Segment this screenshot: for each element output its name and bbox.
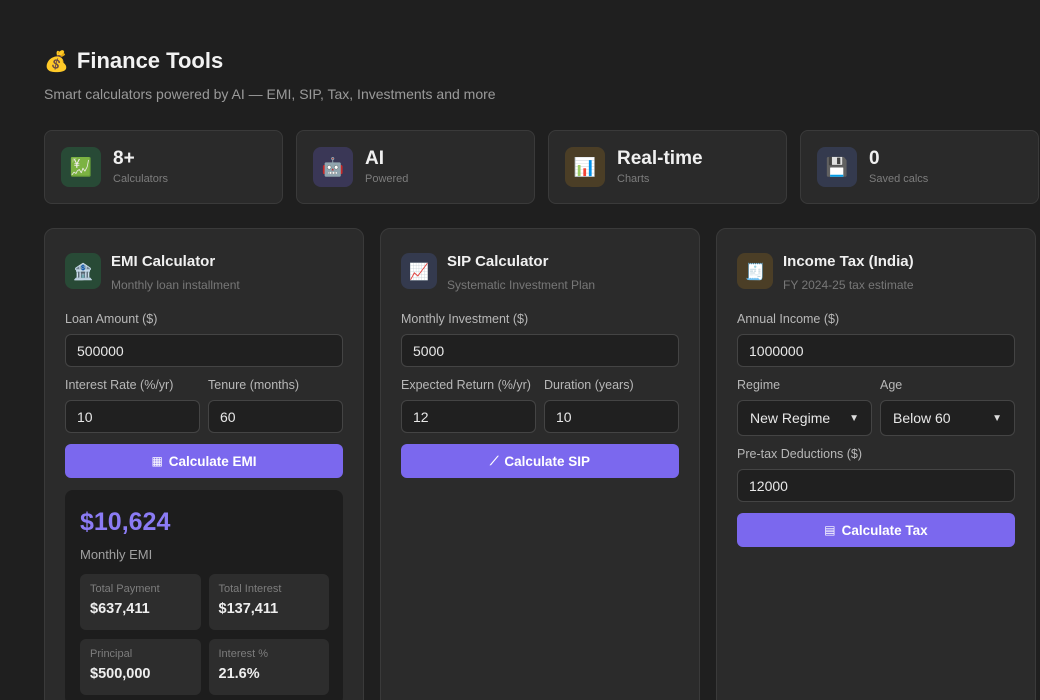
card-title: Income Tax (India) [783,253,914,270]
tile-value: $137,411 [218,601,279,617]
page-subtitle: Smart calculators powered by AI — EMI, S… [44,86,496,102]
card-subtitle: Systematic Investment Plan [447,278,596,292]
calculate-tax-button[interactable]: ▤ Calculate Tax [737,513,1015,547]
calculator-icon: ▦ [151,454,163,468]
stat-calculators: 💹 8+ Calculators [44,130,283,204]
chart-increasing-icon: 📈 [401,253,437,289]
sip-card: 📈 SIP Calculator Systematic Investment P… [380,228,700,700]
result-tiles: Total Payment $637,411 Total Interest $1… [80,574,329,695]
tenure-input[interactable] [208,400,343,433]
page-header: 💰 Finance Tools Smart calculators powere… [44,48,496,102]
calculate-sip-button[interactable]: ⟋ Calculate SIP [401,444,679,478]
stat-label: Saved calcs [869,173,929,186]
card-header: 🧾 Income Tax (India) FY 2024-25 tax esti… [737,251,1015,292]
tile-value: 21.6% [218,666,260,682]
chevron-down-icon: ▼ [992,412,1002,424]
tax-card: 🧾 Income Tax (India) FY 2024-25 tax esti… [716,228,1036,700]
stat-saved: 💾 0 Saved calcs [800,130,1039,204]
monthly-emi-caption: Monthly EMI [80,547,153,562]
monthly-emi-value: $10,624 [80,508,171,536]
emi-result-panel: $10,624 Monthly EMI Total Payment $637,4… [65,490,343,700]
regime-label: Regime [737,378,781,392]
result-tile-total-payment: Total Payment $637,411 [80,574,201,630]
line-chart-icon: ⟋ [490,453,499,468]
deductions-input[interactable] [737,469,1015,502]
result-tile-principal: Principal $500,000 [80,639,201,695]
interest-rate-label: Interest Rate (%/yr) [65,378,174,392]
chart-up-icon: 💹 [61,147,101,187]
tenure-label: Tenure (months) [208,378,300,392]
loan-amount-label: Loan Amount ($) [65,312,158,326]
expected-return-label: Expected Return (%/yr) [401,378,531,392]
emi-card: 🏦 EMI Calculator Monthly loan installmen… [44,228,364,700]
receipt-icon: 🧾 [737,253,773,289]
card-header: 📈 SIP Calculator Systematic Investment P… [401,251,679,292]
expected-return-input[interactable] [401,400,536,433]
interest-rate-input[interactable] [65,400,200,433]
tile-label: Interest % [218,648,269,660]
annual-income-label: Annual Income ($) [737,312,840,326]
card-subtitle: Monthly loan installment [111,278,240,292]
tile-value: $500,000 [90,666,151,682]
calculate-emi-button[interactable]: ▦ Calculate EMI [65,444,343,478]
money-bag-icon: 💰 [44,49,69,73]
stat-value: AI [365,147,384,169]
duration-input[interactable] [544,400,679,433]
tile-label: Total Payment [90,583,160,595]
tile-value: $637,411 [90,601,150,617]
stats-row: 💹 8+ Calculators 🤖 AI Powered 📊 Real-tim… [44,130,1040,204]
age-selected-value: Below 60 [893,410,951,426]
stat-value: 8+ [113,147,135,169]
button-label: Calculate EMI [168,453,257,469]
bank-icon: 🏦 [65,253,101,289]
deductions-label: Pre-tax Deductions ($) [737,447,863,461]
stat-charts: 📊 Real-time Charts [548,130,787,204]
button-label: Calculate SIP [504,453,590,469]
stat-value: 0 [869,147,880,169]
page-title: 💰 Finance Tools [44,48,496,74]
stat-value: Real-time [617,147,703,169]
regime-selected-value: New Regime [750,410,831,426]
card-title: SIP Calculator [447,253,549,270]
page-title-text: Finance Tools [76,48,224,73]
stat-ai: 🤖 AI Powered [296,130,535,204]
result-tile-interest-percent: Interest % 21.6% [208,639,329,695]
card-header: 🏦 EMI Calculator Monthly loan installmen… [65,251,343,292]
document-icon: ▤ [824,523,836,537]
stat-label: Charts [617,173,650,186]
age-select[interactable]: Below 60 ▼ [880,400,1015,436]
card-title: EMI Calculator [111,253,216,270]
stat-label: Calculators [113,173,169,186]
chevron-down-icon: ▼ [849,412,859,424]
button-label: Calculate Tax [841,522,928,538]
robot-icon: 🤖 [313,147,353,187]
bar-chart-icon: 📊 [565,147,605,187]
annual-income-input[interactable] [737,334,1015,367]
age-label: Age [880,378,903,392]
regime-select[interactable]: New Regime ▼ [737,400,872,436]
tile-label: Total Interest [218,583,282,595]
result-tile-total-interest: Total Interest $137,411 [208,574,329,630]
calculator-cards: 🏦 EMI Calculator Monthly loan installmen… [44,228,1036,700]
stat-label: Powered [365,173,409,186]
loan-amount-input[interactable] [65,334,343,367]
floppy-icon: 💾 [817,147,857,187]
monthly-investment-label: Monthly Investment ($) [401,312,529,326]
duration-label: Duration (years) [544,378,634,392]
tile-label: Principal [90,648,133,660]
card-subtitle: FY 2024-25 tax estimate [783,278,914,292]
monthly-investment-input[interactable] [401,334,679,367]
